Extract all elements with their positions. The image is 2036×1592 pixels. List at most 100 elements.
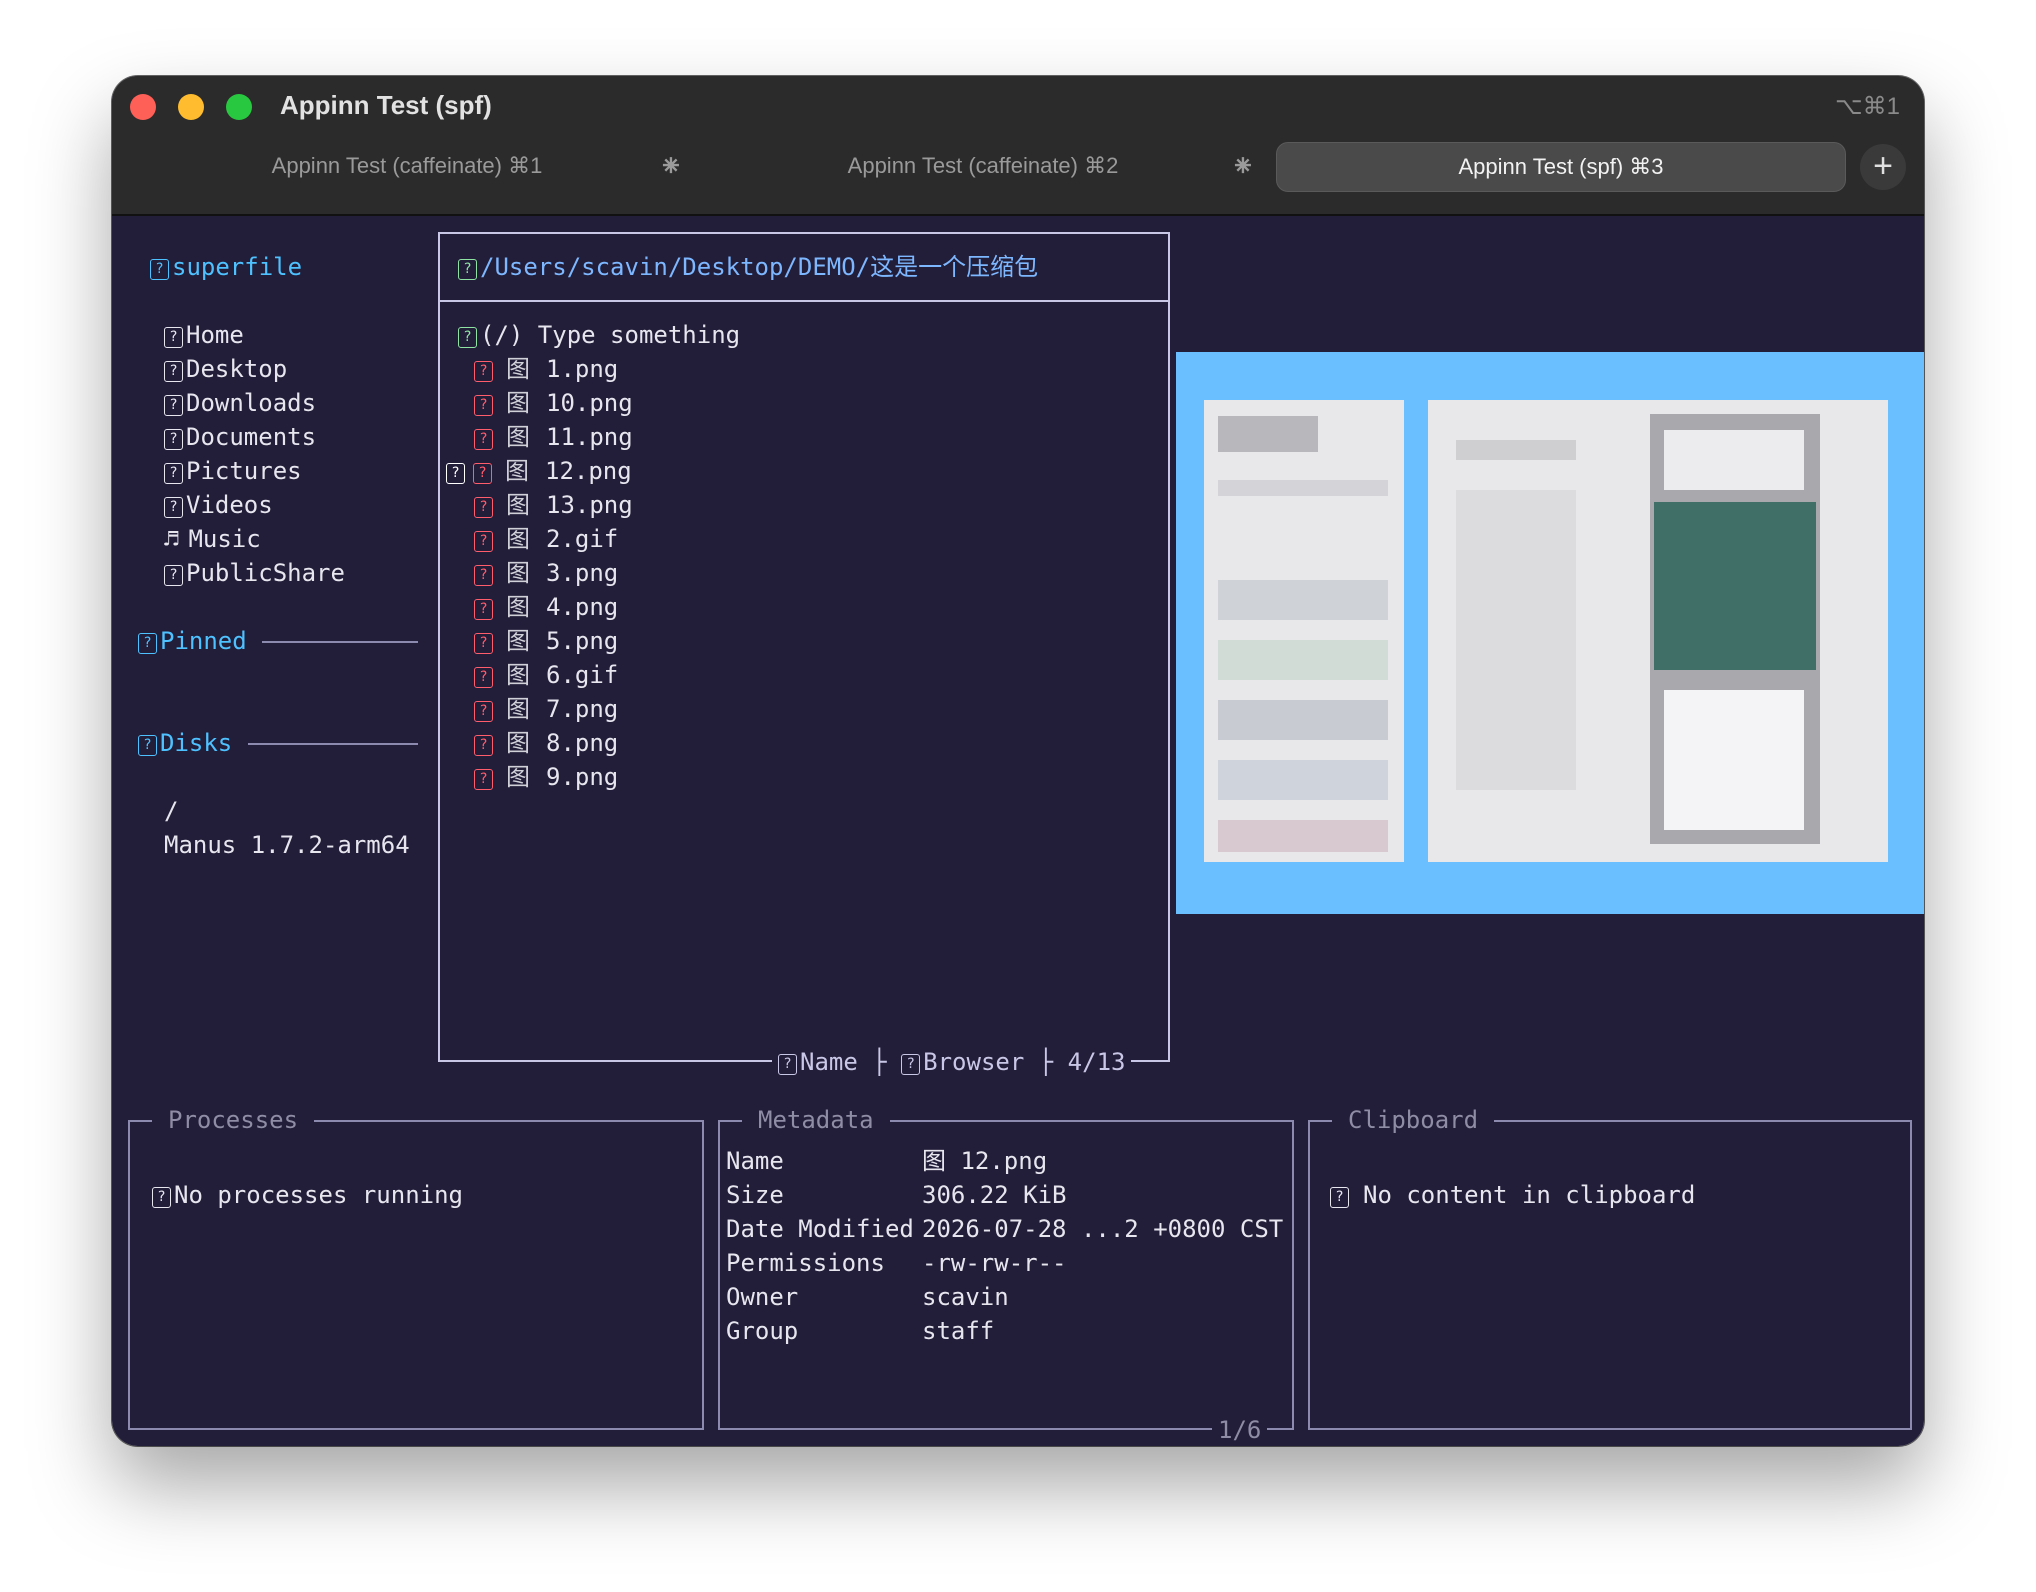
image-icon: 图 [506,695,530,723]
preview-thumbnail-right [1428,400,1888,862]
file-row[interactable]: ? 图 1.png [474,352,618,386]
metadata-value: scavin [922,1283,1009,1311]
metadata-key: Name [726,1147,784,1175]
file-row[interactable]: ? 图 13.png [474,488,633,522]
current-path: ?/Users/scavin/Desktop/DEMO/这是一个压缩包 [458,250,1038,284]
metadata-key: Owner [726,1283,799,1311]
title-bar: Appinn Test (spf) ⌥⌘1 Appinn Test (caffe… [112,76,1924,216]
file-icon: ? [474,633,493,654]
file-row[interactable]: ? 图 10.png [474,386,633,420]
processes-title: Processes [152,1103,315,1137]
document-icon: ? [164,429,183,450]
cursor-icon: ? [446,463,465,484]
image-icon: 图 [506,763,530,791]
file-icon: ? [474,769,493,790]
file-row[interactable]: ? 图 5.png [474,624,618,658]
file-panel-header-divider [438,300,1170,302]
desktop-icon: ? [164,361,183,382]
tab-spf-active[interactable]: Appinn Test (spf) ⌘3 [1276,142,1846,192]
disk-item-manus[interactable]: Manus 1.7.2-arm64 [164,828,410,862]
window-title: Appinn Test (spf) [280,90,492,120]
mode-status[interactable]: ? Browser [901,1048,1024,1076]
search-input[interactable]: ? (/) Type something [458,318,740,352]
sidebar-item-publicshare[interactable]: ? PublicShare [164,556,345,590]
image-icon: 图 [506,423,530,451]
file-row[interactable]: ? 图 4.png [474,590,618,624]
pin-icon: ? [138,633,157,654]
disk-item-root[interactable]: / [164,794,178,828]
metadata-key: Permissions [726,1249,885,1277]
picture-icon: ? [164,463,183,484]
file-row[interactable]: ? 图 3.png [474,556,618,590]
clipboard-empty-message: ? No content in clipboard [1330,1178,1695,1212]
file-icon: ? [474,531,493,552]
new-tab-button[interactable]: + [1860,144,1906,190]
metadata-value: -rw-rw-r-- [922,1249,1067,1277]
sidebar-item-documents[interactable]: ? Documents [164,420,316,454]
file-row[interactable]: ? 图 8.png [474,726,618,760]
folder-icon: ? [458,259,477,280]
metadata-page-indicator: 1/6 [1212,1413,1268,1446]
terminal-window: Appinn Test (spf) ⌥⌘1 Appinn Test (caffe… [112,76,1924,1446]
file-icon: ? [474,599,493,620]
file-row-selected[interactable]: ?? 图 12.png [446,454,632,488]
image-icon: 图 [505,457,529,485]
image-icon: 图 [506,389,530,417]
sidebar-item-downloads[interactable]: ? Downloads [164,386,316,420]
file-icon: ? [474,497,493,518]
clipboard-title: Clipboard [1332,1103,1495,1137]
pinned-divider [262,641,418,643]
metadata-value: 306.22 KiB [922,1181,1067,1209]
disk-icon: ? [138,735,157,756]
image-icon: 图 [506,661,530,689]
video-icon: ? [164,497,183,518]
file-icon: ? [474,565,493,586]
clipboard-icon: ? [1330,1187,1349,1208]
sidebar-item-music[interactable]: ♬ Music [164,522,261,556]
image-icon: 图 [506,627,530,655]
file-panel-footer: ? Name ├ ? Browser ├ 4/13 [772,1045,1132,1079]
file-icon: ? [474,667,493,688]
image-icon: 图 [506,525,530,553]
image-icon: 图 [506,355,530,383]
tab-caffeinate-2[interactable]: Appinn Test (caffeinate) ⌘2 [748,142,1218,190]
disks-section-title: ? Disks [138,726,232,760]
pinned-section-title: ? Pinned [138,624,247,658]
zoom-button[interactable] [226,94,252,120]
spinner-icon: ⁕ [658,149,684,184]
metadata-title: Metadata [742,1103,890,1137]
metadata-value: 2026-07-28 ...2 +0800 CST [922,1215,1284,1243]
file-row[interactable]: ? 图 9.png [474,760,618,794]
sidebar-item-videos[interactable]: ? Videos [164,488,273,522]
file-row[interactable]: ? 图 6.gif [474,658,618,692]
process-icon: ? [152,1187,171,1208]
sidebar-title: ? superfile [150,250,302,284]
sidebar-item-desktop[interactable]: ? Desktop [164,352,287,386]
tab-caffeinate-1[interactable]: Appinn Test (caffeinate) ⌘1 [172,142,642,190]
folder-icon: ? [150,259,169,280]
position-status: 4/13 [1067,1048,1126,1076]
window-shortcut: ⌥⌘1 [1834,93,1900,120]
share-icon: ? [164,565,183,586]
file-icon: ? [474,701,493,722]
minimize-button[interactable] [178,94,204,120]
file-row[interactable]: ? 图 7.png [474,692,618,726]
download-icon: ? [164,395,183,416]
image-preview [1176,352,1924,914]
image-icon: 图 [506,593,530,621]
image-icon: 图 [506,559,530,587]
file-row[interactable]: ? 图 11.png [474,420,633,454]
file-icon: ? [474,361,493,382]
metadata-key: Date Modified [726,1215,914,1243]
sort-status[interactable]: ? Name [778,1048,858,1076]
sidebar-item-pictures[interactable]: ? Pictures [164,454,302,488]
file-row[interactable]: ? 图 2.gif [474,522,618,556]
search-icon: ? [458,327,477,348]
spinner-icon: ⁕ [1230,149,1256,184]
metadata-value: staff [922,1317,995,1345]
home-icon: ? [164,327,183,348]
sidebar-item-home[interactable]: ? Home [164,318,244,352]
image-icon: 图 [506,729,530,757]
close-button[interactable] [130,94,156,120]
file-icon: ? [474,735,493,756]
